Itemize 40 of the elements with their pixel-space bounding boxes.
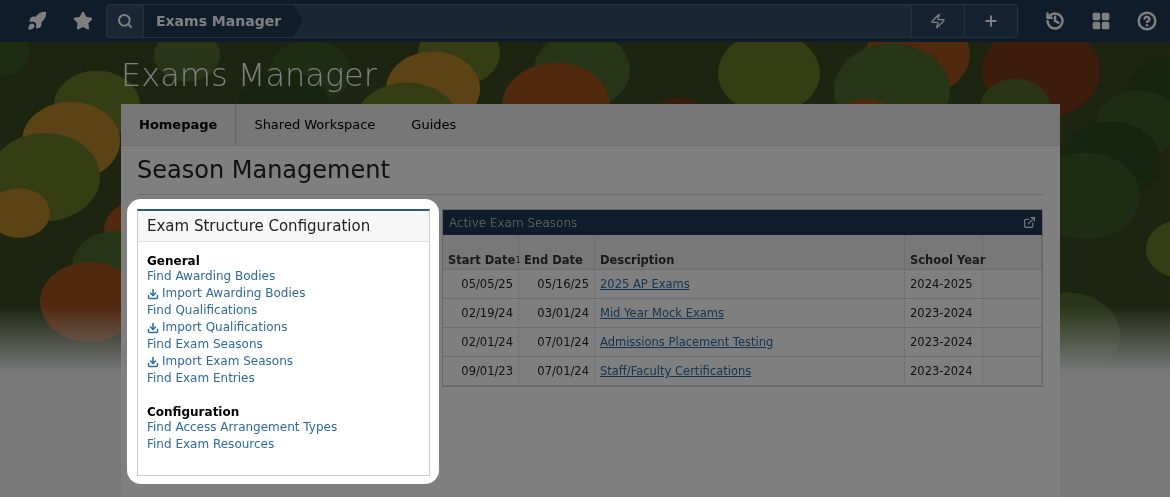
- page-title: Season Management: [137, 146, 1044, 195]
- table-cell: 03/01/24: [519, 299, 595, 328]
- link[interactable]: Find Exam Entries: [147, 370, 255, 387]
- table-cell: 02/19/24: [443, 299, 519, 328]
- link[interactable]: Import Exam Seasons: [147, 353, 293, 370]
- download-icon: [147, 321, 159, 334]
- table-cell: 07/01/24: [519, 328, 595, 357]
- link[interactable]: Find Awarding Bodies: [147, 268, 276, 285]
- table-cell: 2023-2024: [905, 299, 983, 328]
- season-link[interactable]: Mid Year Mock Exams: [600, 306, 724, 320]
- link[interactable]: Import Awarding Bodies: [147, 285, 306, 302]
- search-bar[interactable]: Exams Manager: [106, 4, 1018, 38]
- link[interactable]: Find Exam Seasons: [147, 336, 263, 353]
- card-title: Exam Structure Configuration: [138, 211, 429, 242]
- table-cell: 02/01/24: [443, 328, 519, 357]
- link[interactable]: Find Exam Resources: [147, 436, 275, 453]
- link[interactable]: Find Access Arrangement Types: [147, 419, 338, 436]
- table-cell: 05/16/25: [519, 270, 595, 299]
- download-icon: [147, 287, 159, 300]
- tab[interactable]: Guides: [393, 104, 475, 145]
- breadcrumb[interactable]: Exams Manager: [144, 5, 304, 37]
- table-cell: 2023-2024: [905, 357, 983, 386]
- link[interactable]: Import Qualifications: [147, 319, 288, 336]
- lightning-icon[interactable]: [911, 5, 964, 37]
- external-link-icon[interactable]: [1023, 216, 1036, 229]
- section-heading: General: [147, 254, 201, 268]
- table-cell: 05/05/25: [443, 270, 519, 299]
- download-icon: [147, 355, 159, 368]
- section-heading: Configuration: [147, 405, 241, 419]
- table-cell: 09/01/23: [443, 357, 519, 386]
- table-cell: 07/01/24: [519, 357, 595, 386]
- sort-rank: 1: [515, 255, 522, 265]
- link[interactable]: Find Qualifications: [147, 302, 258, 319]
- app-title: Exams Manager: [121, 56, 378, 96]
- table-title: Active Exam Seasons: [449, 215, 578, 230]
- table-cell: 2023-2024: [905, 328, 983, 357]
- plus-icon[interactable]: [964, 5, 1017, 37]
- table-cell: 2024-2025: [905, 270, 983, 299]
- season-link[interactable]: 2025 AP Exams: [600, 277, 690, 291]
- tab[interactable]: Shared Workspace: [236, 104, 394, 145]
